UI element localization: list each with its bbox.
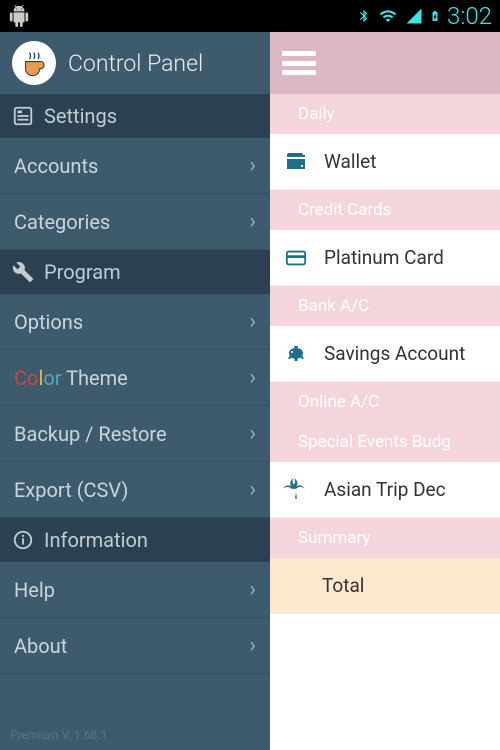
coffee-cup-icon	[17, 46, 51, 80]
sidebar-item-label: Accounts	[14, 154, 98, 178]
tools-icon	[12, 261, 34, 283]
content-header	[270, 32, 500, 94]
credit-card-icon	[280, 242, 312, 274]
account-item-wallet[interactable]: Wallet	[270, 134, 500, 190]
sidebar-item-label: Options	[14, 310, 83, 334]
section-label: Settings	[44, 104, 117, 128]
list-item-label: Wallet	[324, 150, 376, 173]
piggy-bank-icon	[280, 338, 312, 370]
sidebar-title: Control Panel	[68, 50, 203, 77]
sidebar-item-help[interactable]: Help ›	[0, 562, 270, 618]
sidebar-item-accounts[interactable]: Accounts ›	[0, 138, 270, 194]
status-left	[8, 5, 30, 27]
sidebar-header: Control Panel	[0, 32, 270, 94]
content: Daily Wallet Credit Cards Platinum Card …	[270, 32, 500, 750]
group-header-summary: Summary	[270, 518, 500, 558]
list-item-label: Asian Trip Dec	[324, 478, 446, 501]
sidebar-item-options[interactable]: Options ›	[0, 294, 270, 350]
hamburger-menu-icon[interactable]	[282, 51, 316, 75]
sidebar-item-color-theme[interactable]: Color Theme ›	[0, 350, 270, 406]
chevron-right-icon: ›	[249, 153, 256, 178]
group-header-special-events: Special Events Budg	[270, 422, 500, 462]
section-label: Information	[44, 528, 148, 552]
chevron-right-icon: ›	[249, 477, 256, 502]
chevron-right-icon: ›	[249, 365, 256, 390]
account-item-asian-trip[interactable]: Asian Trip Dec	[270, 462, 500, 518]
list-item-label: Platinum Card	[324, 246, 444, 269]
chevron-right-icon: ›	[249, 633, 256, 658]
account-item-platinum-card[interactable]: Platinum Card	[270, 230, 500, 286]
sidebar-section-program: Program	[0, 250, 270, 294]
status-bar: 3:02	[0, 0, 500, 32]
signal-icon	[405, 7, 423, 25]
palm-tree-icon	[280, 474, 312, 506]
sidebar-item-label: About	[14, 634, 67, 658]
chevron-right-icon: ›	[249, 421, 256, 446]
sidebar-item-label: Help	[14, 578, 55, 602]
group-header-credit-cards: Credit Cards	[270, 190, 500, 230]
app-logo	[12, 41, 56, 85]
sidebar-item-export-csv[interactable]: Export (CSV) ›	[0, 462, 270, 518]
sidebar-item-label: Backup / Restore	[14, 422, 167, 446]
bluetooth-icon	[357, 7, 371, 25]
clock-time: 3:02	[447, 2, 492, 30]
sidebar: Control Panel Settings Accounts › Catego…	[0, 32, 270, 750]
list-item-label: Total	[322, 574, 364, 597]
sidebar-item-label: Color Theme	[14, 366, 128, 390]
chevron-right-icon: ›	[249, 309, 256, 334]
sidebar-item-backup-restore[interactable]: Backup / Restore ›	[0, 406, 270, 462]
sidebar-item-about[interactable]: About ›	[0, 618, 270, 674]
sidebar-section-settings: Settings	[0, 94, 270, 138]
section-label: Program	[44, 260, 121, 284]
sidebar-item-label: Categories	[14, 210, 110, 234]
summary-total-row[interactable]: Total	[270, 558, 500, 614]
account-item-savings[interactable]: Savings Account	[270, 326, 500, 382]
sidebar-item-label: Export (CSV)	[14, 478, 128, 502]
chevron-right-icon: ›	[249, 577, 256, 602]
sidebar-footer: Premium V. 1.68.1	[0, 720, 270, 750]
group-header-bank-ac: Bank A/C	[270, 286, 500, 326]
status-right: 3:02	[357, 2, 492, 30]
sidebar-item-categories[interactable]: Categories ›	[0, 194, 270, 250]
group-header-online-ac: Online A/C	[270, 382, 500, 422]
sidebar-section-information: Information	[0, 518, 270, 562]
group-header-daily: Daily	[270, 94, 500, 134]
settings-panel-icon	[12, 105, 34, 127]
wallet-icon	[280, 146, 312, 178]
battery-charging-icon	[429, 6, 441, 26]
chevron-right-icon: ›	[249, 209, 256, 234]
info-icon	[12, 529, 34, 551]
list-item-label: Savings Account	[324, 342, 465, 365]
android-icon	[8, 5, 30, 27]
wifi-icon	[377, 7, 399, 25]
